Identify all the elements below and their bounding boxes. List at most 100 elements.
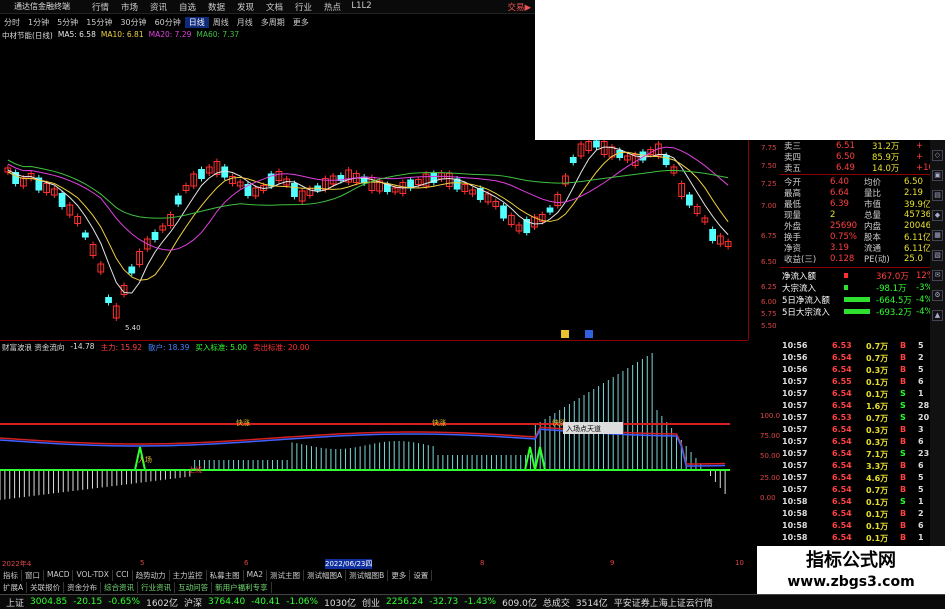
tick-count: 1	[918, 533, 924, 542]
signal-box-1	[561, 330, 569, 338]
link-tab[interactable]: 关联报价	[27, 582, 65, 593]
tick-volume: 1.6万	[866, 402, 889, 411]
toolbar-icon[interactable]: ▣	[932, 170, 943, 181]
candlestick-chart[interactable]: 5.40	[0, 140, 748, 340]
tab-30min[interactable]: 30分钟	[116, 17, 150, 28]
flow-bar	[844, 297, 870, 302]
indicator-tab[interactable]: 指标	[0, 570, 22, 581]
indicator-tab[interactable]: CCI	[113, 570, 133, 581]
indicator-tab[interactable]: 测试幅图A	[304, 570, 347, 581]
fund-flow-indicator-chart[interactable]: 快涨 快涨 快涨 上线 入场 入场点天道 100.0 75.00 50.00 2…	[0, 352, 780, 558]
tick-volume: 0.1万	[866, 390, 889, 399]
indicator-value: -14.78	[70, 342, 95, 351]
menu-item[interactable]: 发现	[231, 1, 260, 13]
tick-count: 5	[918, 473, 924, 482]
indicator-tab[interactable]: VOL-TDX	[73, 570, 113, 581]
menu-item[interactable]: L1L2	[347, 1, 376, 13]
tab-daily[interactable]: 日线	[184, 16, 209, 28]
tab-1min[interactable]: 1分钟	[24, 17, 53, 28]
quote-value: 6.64	[830, 187, 849, 198]
toolbar-icon[interactable]: ✉	[932, 270, 943, 281]
tick-price: 6.54	[832, 425, 852, 434]
ma20-label: MA20: 7.29	[148, 30, 192, 39]
tab-intraday[interactable]: 分时	[0, 17, 24, 28]
toolbar-icon[interactable]: ▲	[932, 310, 943, 321]
toolbar-icon[interactable]: ◇	[932, 150, 943, 161]
moving-average-line	[7, 146, 729, 251]
indicator-tab[interactable]: MACD	[44, 570, 74, 581]
stock-name: 中材节能(日线)	[2, 31, 53, 40]
tab-more[interactable]: 更多	[289, 17, 313, 28]
tick-time: 10:57	[782, 377, 808, 386]
order-row: 卖四 6.50 85.9万 +	[784, 151, 924, 163]
tab-weekly[interactable]: 周线	[209, 17, 233, 28]
tick-count: 1	[918, 389, 924, 398]
toolbar-icon[interactable]: ⚙	[932, 290, 943, 301]
tick-volume: 0.1万	[866, 378, 889, 387]
indicator-tab[interactable]: 窗口	[22, 570, 44, 581]
indicator-tab[interactable]: 测试幅图B	[346, 570, 389, 581]
indicator-tab[interactable]: 测试主图	[267, 570, 305, 581]
tick-price: 6.54	[832, 449, 852, 458]
menu-item[interactable]: 自选	[173, 1, 202, 13]
axis-label: 7.50	[761, 162, 777, 170]
axis-label: 6.00	[761, 298, 777, 306]
tick-count: 6	[918, 437, 924, 446]
tab-5min[interactable]: 5分钟	[53, 17, 82, 28]
toolbar-icon[interactable]: ◆	[932, 210, 943, 221]
tab-monthly[interactable]: 月线	[233, 17, 257, 28]
quote-value: 6.50	[904, 176, 923, 187]
flow-row: 5日大宗流入 -693.2万 -4%	[780, 306, 945, 318]
flow-row: 大宗流入 -98.1万 -3%	[780, 282, 945, 294]
menu-item[interactable]: 行情	[86, 1, 115, 13]
date-axis: 2022年4 5 6 2022/06/23四 8 9 10	[2, 559, 744, 569]
link-tab[interactable]: 互动问答	[175, 582, 213, 593]
link-tab[interactable]: 资金分布	[64, 582, 102, 593]
tab-15min[interactable]: 15分钟	[82, 17, 116, 28]
tick-price: 6.54	[832, 485, 852, 494]
tick-volume: 0.7万	[866, 486, 889, 495]
indicator-tab[interactable]: 私募主图	[207, 570, 244, 581]
tick-row: 10:56 6.54 0.3万 B 5	[780, 365, 930, 376]
quote-value: 39.9亿	[904, 199, 932, 210]
link-tab[interactable]: 扩展A	[0, 582, 28, 593]
ma60-label: MA60: 7.37	[196, 30, 240, 39]
indicator-tab[interactable]: MA2	[244, 570, 268, 581]
tick-row: 10:57 6.54 7.1万 S 23	[780, 449, 930, 460]
quote-value: 0.128	[830, 253, 855, 264]
indicator-tab[interactable]: 设置	[410, 570, 433, 581]
menu-item[interactable]: 资讯	[144, 1, 173, 13]
candle	[198, 169, 205, 179]
toolbar-icon[interactable]: ▤	[932, 190, 943, 201]
tick-row: 10:56 6.53 0.7万 B 5	[780, 341, 930, 352]
quote-value: 6.40	[830, 176, 849, 187]
menu-item[interactable]: 市场	[115, 1, 144, 13]
tab-multi[interactable]: 多周期	[257, 17, 289, 28]
tick-volume: 7.1万	[866, 450, 889, 459]
menu-item[interactable]: 热点	[318, 1, 347, 13]
tick-side: B	[900, 365, 907, 374]
menu-item[interactable]: 文档	[260, 1, 289, 13]
link-tab[interactable]: 新用户福利专享	[212, 582, 272, 593]
tick-count: 5	[918, 485, 924, 494]
status-bar: 上证 3004.85 -20.15 -0.65% 1602亿 沪深 3764.4…	[0, 594, 945, 609]
link-tab[interactable]: 行业资讯	[138, 582, 176, 593]
trade-button[interactable]: 交易▶	[507, 1, 535, 13]
tick-row: 10:57 6.54 0.1万 S 1	[780, 389, 930, 400]
quote-row: 收益(三) 0.128 PE(动) 25.0	[780, 253, 945, 265]
menu-item[interactable]: 行业	[289, 1, 318, 13]
axis-label: 7.75	[761, 144, 777, 152]
tick-list[interactable]: 10:56 6.53 0.7万 B 5 10:56 6.54 0.7万 B 2 10:56 6.54 0…	[780, 341, 930, 551]
toolbar-icon[interactable]: ▧	[932, 250, 943, 261]
indicator-line	[0, 428, 726, 467]
tick-count: 6	[918, 377, 924, 386]
indicator-tab[interactable]: 主力监控	[170, 570, 207, 581]
menu-item[interactable]: 数据	[202, 1, 231, 13]
link-tab[interactable]: 综合资讯	[101, 582, 139, 593]
indicator-tab[interactable]: 趋势动力	[133, 570, 170, 581]
toolbar-icon[interactable]: ▦	[932, 230, 943, 241]
tick-row: 10:58 6.54 0.1万 B 6	[780, 521, 930, 532]
tick-time: 10:57	[782, 485, 808, 494]
indicator-tab[interactable]: 更多	[388, 570, 411, 581]
tab-60min[interactable]: 60分钟	[151, 17, 185, 28]
